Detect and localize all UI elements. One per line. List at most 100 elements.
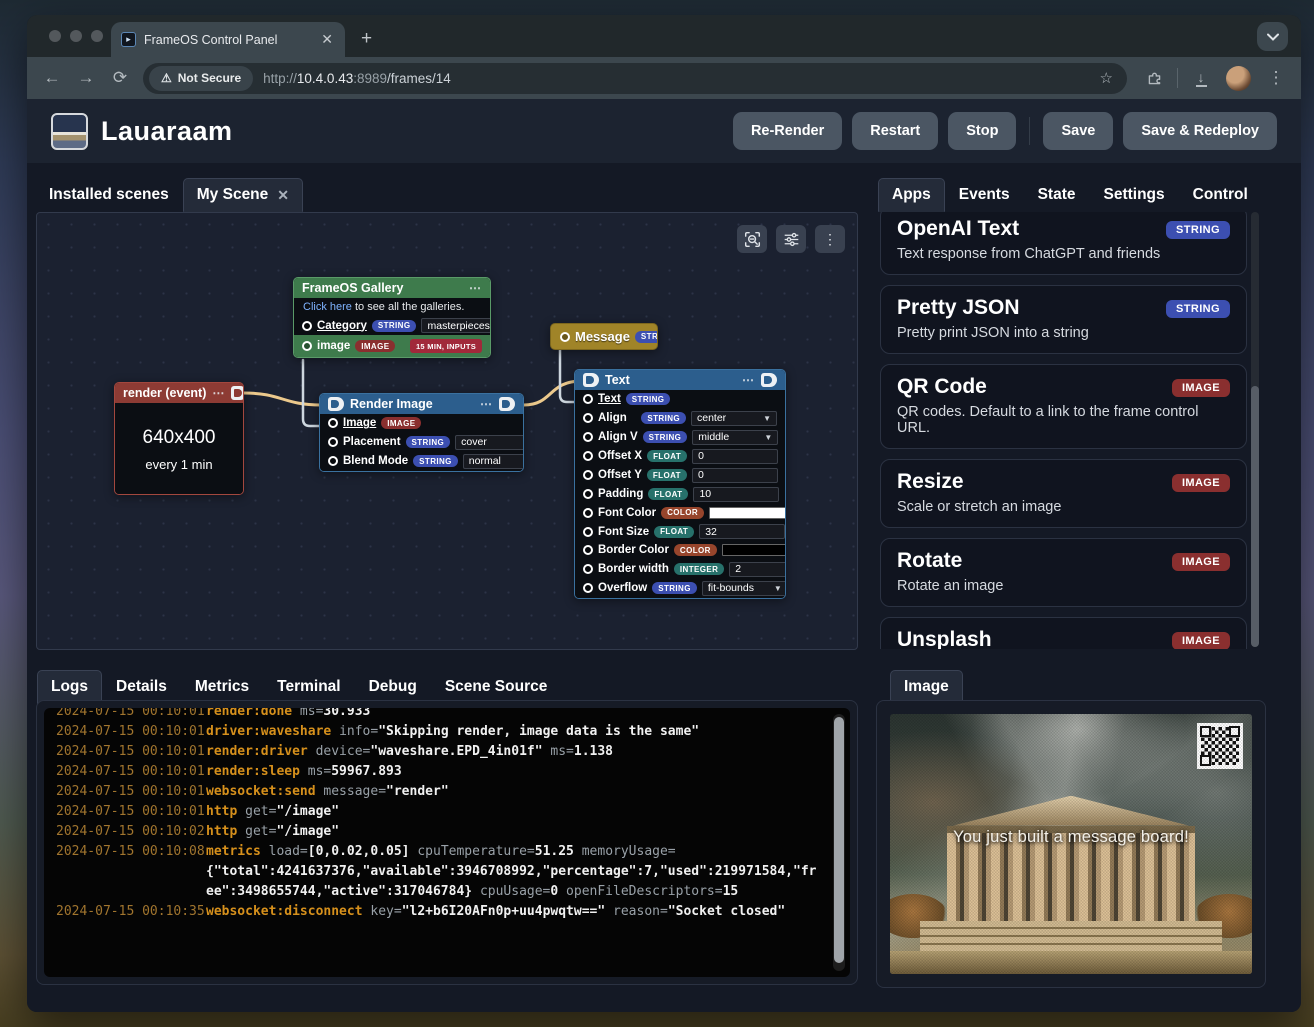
canvas-menu-kebab-icon[interactable]: ⋮: [815, 225, 845, 253]
node-render-event[interactable]: render (event)⋯640x400every 1 min: [114, 382, 244, 495]
input-port[interactable]: [583, 451, 593, 461]
node-gallery[interactable]: FrameOS Gallery⋯Click here to see all th…: [293, 277, 491, 358]
forward-button[interactable]: →: [71, 68, 101, 88]
node-header[interactable]: Text⋯: [575, 370, 785, 390]
input-port[interactable]: [328, 437, 338, 447]
node-header[interactable]: Render Image⋯: [320, 394, 523, 414]
back-button[interactable]: ←: [37, 68, 67, 88]
input-port[interactable]: [583, 394, 593, 404]
log-scrollbar-thumb[interactable]: [834, 717, 844, 964]
input-port[interactable]: [583, 583, 593, 593]
node-header[interactable]: render (event)⋯: [115, 383, 243, 403]
prev-node-connector-icon[interactable]: [583, 373, 599, 387]
action-button-re-render[interactable]: Re-Render: [733, 112, 842, 150]
log-output[interactable]: 2024-07-15 00:10:01render:done ms=30.933…: [44, 708, 850, 977]
input-port[interactable]: [583, 489, 593, 499]
field-value-input[interactable]: 2: [729, 562, 786, 577]
input-port[interactable]: [328, 456, 338, 466]
apps-scrollbar[interactable]: [1251, 212, 1259, 647]
filter-sliders-button[interactable]: [776, 225, 806, 253]
tab-scene-source[interactable]: Scene Source: [431, 670, 562, 704]
maximize-window-button[interactable]: [91, 30, 103, 42]
tab-image[interactable]: Image: [890, 670, 963, 704]
node-render-image[interactable]: Render Image⋯ImageIMAGEPlacementSTRINGco…: [319, 393, 524, 472]
reload-button[interactable]: ⟳: [105, 68, 135, 88]
input-port[interactable]: [583, 432, 593, 442]
minimize-window-button[interactable]: [70, 30, 82, 42]
bookmark-star-icon[interactable]: ☆: [1100, 69, 1121, 87]
window-controls[interactable]: [49, 30, 103, 42]
app-card-qr-code[interactable]: QR CodeIMAGEQR codes. Default to a link …: [880, 364, 1247, 449]
action-button-save-redeploy[interactable]: Save & Redeploy: [1123, 112, 1277, 150]
app-card-openai-text[interactable]: OpenAI TextSTRINGText response from Chat…: [880, 212, 1247, 275]
field-select[interactable]: fit-bounds▼: [702, 581, 786, 596]
extensions-puzzle-icon[interactable]: [1139, 70, 1169, 87]
output-port-image[interactable]: [302, 341, 312, 351]
download-icon[interactable]: ↓: [1186, 69, 1216, 87]
close-scene-icon[interactable]: ✕: [277, 187, 289, 204]
new-tab-button[interactable]: +: [361, 28, 372, 57]
field-color-swatch[interactable]: [709, 507, 786, 519]
prev-node-connector-icon[interactable]: [328, 397, 344, 411]
app-card-rotate[interactable]: RotateIMAGERotate an image: [880, 538, 1247, 607]
field-value-input[interactable]: 0: [692, 449, 778, 464]
close-window-button[interactable]: [49, 30, 61, 42]
next-node-connector-icon[interactable]: [499, 397, 515, 411]
address-bar[interactable]: ⚠ Not Secure http://10.4.0.43:8989/frame…: [143, 63, 1127, 94]
output-port-message[interactable]: [560, 332, 570, 342]
field-select[interactable]: masterpieces▼: [421, 318, 491, 333]
node-menu-dots-icon[interactable]: ⋯: [469, 281, 482, 295]
tab-debug[interactable]: Debug: [355, 670, 431, 704]
input-port[interactable]: [583, 470, 593, 480]
app-card-resize[interactable]: ResizeIMAGEScale or stretch an image: [880, 459, 1247, 528]
node-header[interactable]: FrameOS Gallery⋯: [294, 278, 490, 298]
node-menu-dots-icon[interactable]: ⋯: [212, 386, 225, 400]
field-select[interactable]: middle▼: [692, 430, 778, 445]
galleries-link[interactable]: Click here: [303, 301, 352, 313]
log-scrollbar[interactable]: [833, 714, 845, 971]
tab-logs[interactable]: Logs: [37, 670, 102, 704]
next-node-connector-icon[interactable]: [761, 373, 777, 387]
zoom-to-fit-button[interactable]: [737, 225, 767, 253]
tab-terminal[interactable]: Terminal: [263, 670, 354, 704]
app-card-unsplash[interactable]: UnsplashIMAGERandom unsplash image: [880, 617, 1247, 649]
field-value-input[interactable]: 10: [693, 487, 779, 502]
node-text[interactable]: Text⋯TextSTRINGAlignSTRINGcenter▼Align V…: [574, 369, 786, 599]
input-port[interactable]: [583, 545, 593, 555]
tab-apps[interactable]: Apps: [878, 178, 945, 212]
input-port[interactable]: [583, 527, 593, 537]
input-port[interactable]: [583, 508, 593, 518]
tab-details[interactable]: Details: [102, 670, 181, 704]
field-select[interactable]: normal▼: [463, 454, 524, 469]
tab-my-scene[interactable]: My Scene✕: [183, 178, 303, 212]
tab-control[interactable]: Control: [1179, 178, 1262, 212]
node-message[interactable]: MessageSTRING: [550, 323, 658, 350]
action-button-stop[interactable]: Stop: [948, 112, 1016, 150]
next-node-connector-icon[interactable]: [231, 386, 244, 400]
input-port[interactable]: [583, 564, 593, 574]
action-button-save[interactable]: Save: [1043, 112, 1113, 150]
node-menu-dots-icon[interactable]: ⋯: [480, 397, 493, 411]
tab-installed-scenes[interactable]: Installed scenes: [35, 178, 183, 212]
field-value-input[interactable]: 0: [692, 468, 778, 483]
tab-settings[interactable]: Settings: [1090, 178, 1179, 212]
edge-render-event-to-render-image[interactable]: [244, 393, 321, 405]
tab-search-chevron-button[interactable]: [1257, 22, 1288, 51]
tab-close-icon[interactable]: ✕: [319, 31, 335, 48]
field-color-swatch[interactable]: [722, 544, 786, 556]
not-secure-badge[interactable]: ⚠ Not Secure: [149, 66, 253, 91]
input-port[interactable]: [583, 413, 593, 423]
field-value-input[interactable]: 32: [699, 524, 785, 539]
browser-menu-kebab-icon[interactable]: ⋮: [1261, 68, 1291, 88]
tab-state[interactable]: State: [1024, 178, 1090, 212]
field-select[interactable]: center▼: [691, 411, 777, 426]
node-menu-dots-icon[interactable]: ⋯: [742, 373, 755, 387]
tab-metrics[interactable]: Metrics: [181, 670, 263, 704]
app-card-pretty-json[interactable]: Pretty JSONSTRINGPretty print JSON into …: [880, 285, 1247, 354]
url-text[interactable]: http://10.4.0.43:8989/frames/14: [263, 71, 451, 86]
apps-scrollbar-thumb[interactable]: [1251, 386, 1259, 647]
action-button-restart[interactable]: Restart: [852, 112, 938, 150]
input-port[interactable]: [328, 418, 338, 428]
input-port[interactable]: [302, 321, 312, 331]
tab-events[interactable]: Events: [945, 178, 1024, 212]
